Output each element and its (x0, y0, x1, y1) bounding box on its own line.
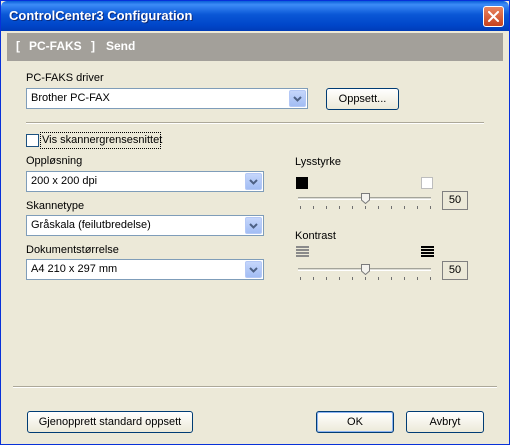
brightness-label: Lysstyrke (295, 156, 342, 168)
driver-select-value: Brother PC-FAX (31, 92, 110, 104)
footer-separator (13, 386, 497, 388)
light-brightness-icon (421, 177, 433, 189)
resolution-select-value: 200 x 200 dpi (31, 175, 98, 187)
close-button[interactable] (483, 6, 504, 27)
slider-tick (313, 206, 314, 209)
slider-tick (391, 277, 392, 280)
dark-brightness-icon (296, 177, 308, 189)
slider-tick (378, 206, 379, 209)
section-name: PC-FAKS (29, 39, 82, 53)
driver-dropdown-arrow[interactable] (289, 90, 306, 107)
slider-tick (313, 277, 314, 280)
high-contrast-icon (421, 246, 434, 258)
driver-label: PC-FAKS driver (26, 72, 104, 84)
close-icon (488, 11, 499, 22)
slider-thumb-icon (361, 193, 370, 205)
scan-type-select[interactable]: Gråskala (feilutbredelse) (26, 215, 264, 236)
document-size-label: Dokumentstørrelse (26, 244, 119, 256)
slider-tick (339, 206, 340, 209)
slider-thumb-icon (361, 264, 370, 276)
slider-tick (404, 206, 405, 209)
scan-type-label: Skannetype (26, 200, 85, 212)
slider-tick (339, 277, 340, 280)
ok-button[interactable]: OK (316, 411, 394, 433)
document-size-select-value: A4 210 x 297 mm (31, 263, 118, 275)
resolution-label: Oppløsning (26, 155, 83, 167)
contrast-value: 50 (442, 261, 468, 280)
separator (26, 122, 484, 124)
scanner-interface-checkbox[interactable] (26, 134, 39, 147)
slider-tick (378, 277, 379, 280)
slider-tick (430, 206, 431, 209)
slider-tick (365, 206, 366, 209)
chevron-down-icon (249, 223, 258, 229)
scan-type-select-value: Gråskala (feilutbredelse) (31, 219, 151, 231)
title-bar[interactable]: ControlCenter3 Configuration (1, 1, 509, 31)
chevron-down-icon (249, 267, 258, 273)
brightness-slider-thumb[interactable] (361, 193, 370, 205)
document-size-select[interactable]: A4 210 x 297 mm (26, 259, 264, 280)
slider-tick (300, 206, 301, 209)
resolution-select[interactable]: 200 x 200 dpi (26, 171, 264, 192)
slider-tick (352, 206, 353, 209)
slider-tick (365, 277, 366, 280)
setup-button[interactable]: Oppsett... (326, 88, 399, 110)
low-contrast-icon (296, 246, 309, 258)
contrast-slider-thumb[interactable] (361, 264, 370, 276)
bracket-open: [ (16, 39, 20, 53)
resolution-dropdown-arrow[interactable] (245, 173, 262, 190)
restore-defaults-button[interactable]: Gjenopprett standard oppsett (27, 411, 193, 433)
scan-type-dropdown-arrow[interactable] (245, 217, 262, 234)
cancel-button[interactable]: Avbryt (406, 411, 484, 433)
contrast-label: Kontrast (295, 230, 336, 242)
slider-tick (300, 277, 301, 280)
slider-tick (417, 206, 418, 209)
slider-tick (430, 277, 431, 280)
scanner-interface-label[interactable]: Vis skannergrensesnittet (42, 134, 162, 146)
brightness-value: 50 (442, 191, 468, 210)
document-size-dropdown-arrow[interactable] (245, 261, 262, 278)
section-header: [ PC-FAKS ] Send (7, 33, 503, 61)
slider-tick (417, 277, 418, 280)
bracket-close: ] (91, 39, 95, 53)
chevron-down-icon (249, 179, 258, 185)
dialog-window: ControlCenter3 Configuration [ PC-FAKS ]… (0, 0, 510, 445)
slider-tick (404, 277, 405, 280)
slider-tick (326, 206, 327, 209)
driver-select[interactable]: Brother PC-FAX (26, 88, 308, 109)
slider-tick (326, 277, 327, 280)
slider-tick (391, 206, 392, 209)
slider-tick (352, 277, 353, 280)
section-action: Send (106, 39, 136, 53)
chevron-down-icon (293, 96, 302, 102)
window-title: ControlCenter3 Configuration (9, 8, 193, 23)
